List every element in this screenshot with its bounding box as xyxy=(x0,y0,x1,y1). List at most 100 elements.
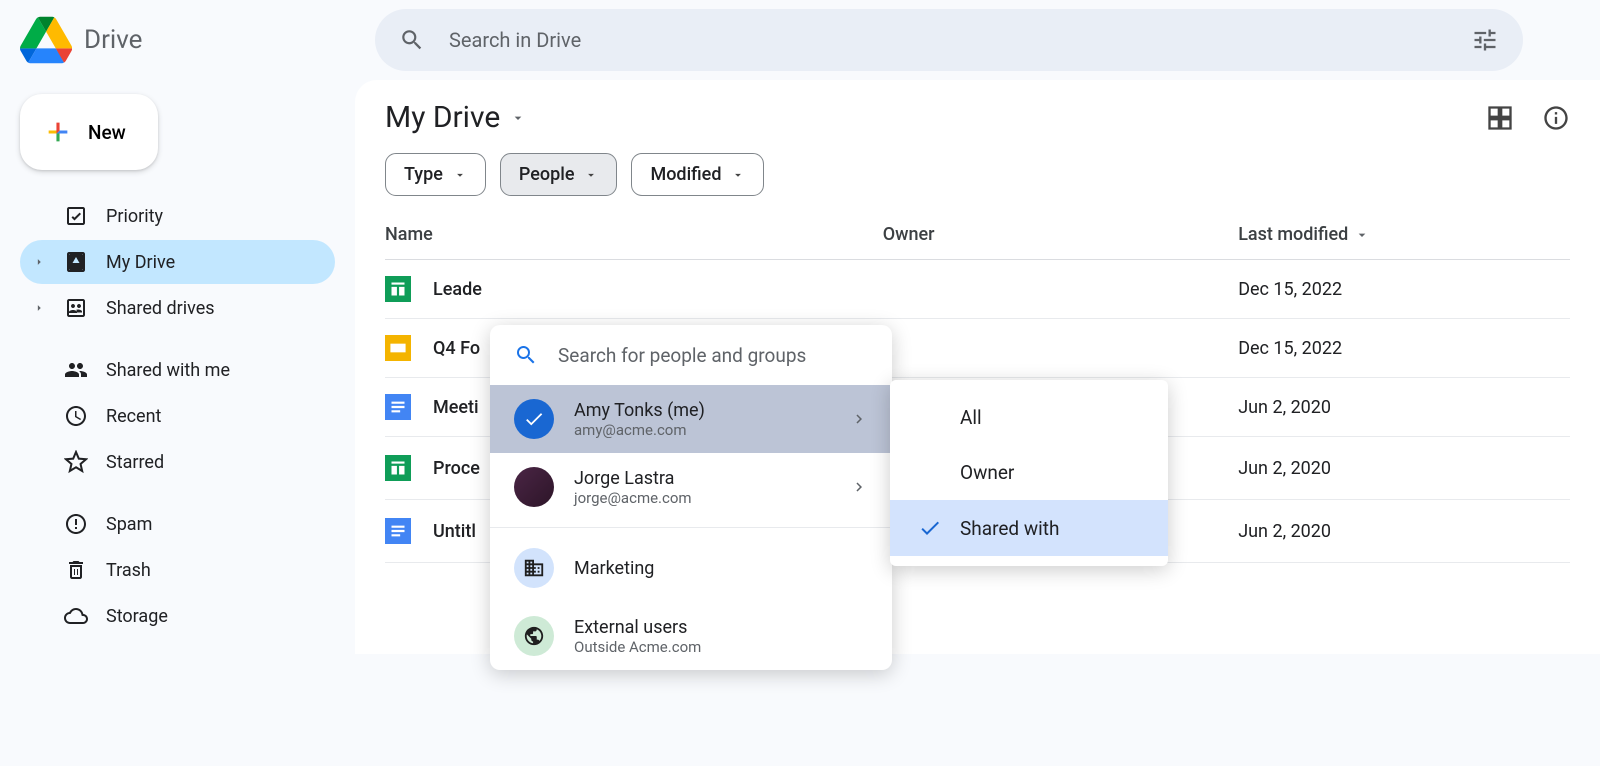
chevron-right-icon xyxy=(850,410,868,428)
recent-icon xyxy=(64,404,88,428)
person-email: jorge@acme.com xyxy=(574,489,830,507)
file-name: Leade xyxy=(433,279,482,300)
chevron-right-icon xyxy=(850,478,868,496)
spam-icon xyxy=(64,512,88,536)
sidebar-item-starred[interactable]: Starred xyxy=(20,440,335,484)
person-name: Amy Tonks (me) xyxy=(574,400,830,421)
docs-icon xyxy=(385,518,411,544)
breadcrumb[interactable]: My Drive xyxy=(385,100,526,135)
sidebar-item-label: Starred xyxy=(106,452,164,473)
sidebar-item-label: Shared with me xyxy=(106,360,230,381)
submenu-label: Shared with xyxy=(960,517,1059,540)
sidebar-item-spam[interactable]: Spam xyxy=(20,502,335,546)
sidebar-item-label: Priority xyxy=(106,206,163,227)
caret-down-icon xyxy=(453,168,467,182)
people-option-marketing[interactable]: Marketing xyxy=(490,534,892,602)
file-name: Proce xyxy=(433,458,480,479)
chip-label: Modified xyxy=(650,164,721,185)
avatar xyxy=(514,467,554,507)
sidebar-item-label: Shared drives xyxy=(106,298,215,319)
submenu-label: All xyxy=(960,406,982,429)
cloud-icon xyxy=(64,604,88,628)
sidebar-item-priority[interactable]: Priority xyxy=(20,194,335,238)
file-name: Meeti xyxy=(433,397,479,418)
new-button-label: New xyxy=(88,121,126,144)
people-search-placeholder: Search for people and groups xyxy=(558,344,806,367)
breadcrumb-label: My Drive xyxy=(385,100,500,135)
globe-icon xyxy=(514,616,554,656)
people-option-external[interactable]: External users Outside Acme.com xyxy=(490,602,892,670)
modified-date: Dec 15, 2022 xyxy=(1238,319,1570,378)
shared-drives-icon xyxy=(64,296,88,320)
submenu-label: Owner xyxy=(960,461,1014,484)
sidebar-item-my-drive[interactable]: My Drive xyxy=(20,240,335,284)
person-name: Jorge Lastra xyxy=(574,468,830,489)
modified-date: Jun 2, 2020 xyxy=(1238,378,1570,437)
sheets-icon xyxy=(385,455,411,481)
search-input[interactable] xyxy=(449,28,1471,52)
sidebar-item-label: Trash xyxy=(106,560,151,581)
col-owner[interactable]: Owner xyxy=(883,210,1239,260)
sheets-icon xyxy=(385,276,411,302)
caret-right-icon xyxy=(32,301,46,315)
person-email: amy@acme.com xyxy=(574,421,830,439)
people-option-jorge[interactable]: Jorge Lastra jorge@acme.com xyxy=(490,453,892,521)
grid-view-icon[interactable] xyxy=(1486,104,1514,132)
new-button[interactable]: New xyxy=(20,94,158,170)
sidebar-item-label: Spam xyxy=(106,514,152,535)
priority-icon xyxy=(64,204,88,228)
caret-down-icon xyxy=(584,168,598,182)
people-dropdown: Search for people and groups Amy Tonks (… xyxy=(490,325,892,670)
caret-down-icon xyxy=(731,168,745,182)
group-name: Marketing xyxy=(574,558,868,579)
sidebar-item-trash[interactable]: Trash xyxy=(20,548,335,592)
logo-area[interactable]: Drive xyxy=(20,14,375,66)
modified-date: Jun 2, 2020 xyxy=(1238,437,1570,500)
docs-icon xyxy=(385,394,411,420)
col-name[interactable]: Name xyxy=(385,210,883,260)
plus-icon xyxy=(44,118,72,146)
search-bar[interactable] xyxy=(375,9,1523,71)
submenu-option-shared-with[interactable]: Shared with xyxy=(890,500,1168,556)
filter-chip-modified[interactable]: Modified xyxy=(631,153,764,196)
filter-chip-people[interactable]: People xyxy=(500,153,618,196)
caret-down-icon xyxy=(510,110,526,126)
my-drive-icon xyxy=(64,250,88,274)
sidebar-item-shared-drives[interactable]: Shared drives xyxy=(20,286,335,330)
main-panel: My Drive Type People Modified xyxy=(355,80,1600,654)
sidebar-item-shared-with-me[interactable]: Shared with me xyxy=(20,348,335,392)
sidebar-item-storage[interactable]: Storage xyxy=(20,594,335,638)
table-row[interactable]: Leade Dec 15, 2022 xyxy=(385,260,1570,319)
slides-icon xyxy=(385,335,411,361)
people-option-amy[interactable]: Amy Tonks (me) amy@acme.com xyxy=(490,385,892,453)
file-name: Untitl xyxy=(433,521,476,542)
group-name: External users xyxy=(574,617,868,638)
sidebar-item-label: Storage xyxy=(106,606,168,627)
domain-icon xyxy=(514,548,554,588)
search-icon xyxy=(399,27,425,53)
sidebar-item-recent[interactable]: Recent xyxy=(20,394,335,438)
filter-chip-type[interactable]: Type xyxy=(385,153,486,196)
file-name: Q4 Fo xyxy=(433,338,480,359)
people-search[interactable]: Search for people and groups xyxy=(490,325,892,385)
trash-icon xyxy=(64,558,88,582)
info-icon[interactable] xyxy=(1542,104,1570,132)
submenu-option-owner[interactable]: Owner xyxy=(890,445,1168,500)
group-sub: Outside Acme.com xyxy=(574,638,868,656)
app-name: Drive xyxy=(84,25,142,55)
check-avatar-icon xyxy=(514,399,554,439)
shared-with-me-icon xyxy=(64,358,88,382)
chip-label: Type xyxy=(404,164,443,185)
star-icon xyxy=(64,450,88,474)
submenu-option-all[interactable]: All xyxy=(890,390,1168,445)
sidebar-item-label: Recent xyxy=(106,406,161,427)
col-last-modified[interactable]: Last modified xyxy=(1238,210,1570,260)
people-submenu: All Owner Shared with xyxy=(890,380,1168,566)
tune-icon[interactable] xyxy=(1471,26,1499,54)
search-icon xyxy=(514,343,538,367)
chip-label: People xyxy=(519,164,575,185)
caret-right-icon xyxy=(32,255,46,269)
drive-logo-icon xyxy=(20,14,72,66)
modified-date: Jun 2, 2020 xyxy=(1238,500,1570,563)
sidebar-item-label: My Drive xyxy=(106,252,175,273)
